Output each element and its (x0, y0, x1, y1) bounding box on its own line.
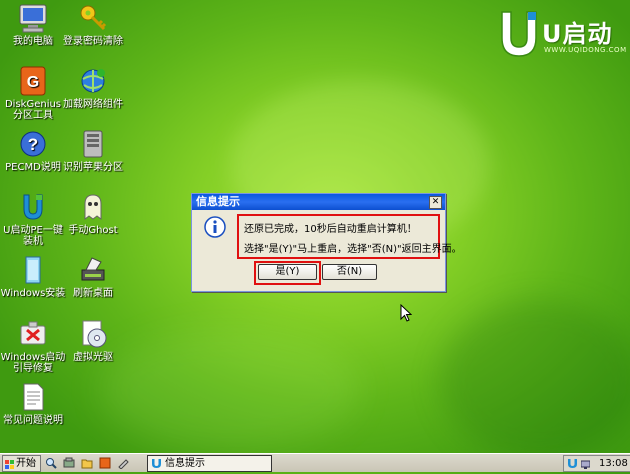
ghost-icon (77, 191, 109, 223)
windows-flag-icon (5, 459, 14, 469)
start-button[interactable]: 开始 (2, 455, 41, 472)
wallpaper-highlight-2 (100, 330, 360, 450)
desktop-icon-diskgenius[interactable]: G DiskGenius分区工具 (0, 65, 66, 121)
system-tray: 13:08 (563, 455, 630, 472)
u-start-icon (151, 458, 162, 469)
clock[interactable]: 13:08 (599, 456, 628, 471)
icon-label: 加载网络组件 (63, 99, 123, 110)
quicklaunch-tools-icon[interactable] (63, 457, 75, 469)
desktop-icon-manual-ghost[interactable]: 手动Ghost (60, 191, 126, 236)
quicklaunch-edit-icon[interactable] (117, 457, 129, 470)
start-label: 开始 (16, 458, 36, 469)
no-button[interactable]: 否(N) (322, 264, 377, 280)
my-computer-icon (17, 2, 49, 34)
icon-label: 虚拟光驱 (73, 352, 113, 363)
virtual-cd-icon (77, 318, 109, 350)
drive-icon (77, 128, 109, 160)
desktop-icon-pecmd-help[interactable]: ? PECMD说明 (0, 128, 66, 173)
quicklaunch-folder-icon[interactable] (81, 457, 93, 469)
dialog-title: 信息提示 (196, 195, 240, 208)
svg-text:?: ? (28, 135, 38, 154)
icon-label: Windows启动引导修复 (0, 352, 66, 374)
icon-label: 我的电脑 (13, 36, 53, 47)
message-line-1: 还原已完成，10秒后自动重启计算机！ (244, 224, 417, 235)
desktop-icon-faq[interactable]: 常见问题说明 (0, 381, 66, 426)
u-start-icon (17, 191, 49, 223)
info-icon (204, 216, 226, 238)
icon-label: 识别苹果分区 (63, 162, 123, 173)
refresh-desktop-icon (77, 254, 109, 286)
key-icon (77, 2, 109, 34)
message-highlight: 还原已完成，10秒后自动重启计算机！ 选择"是(Y)"马上重启，选择"否(N)"… (237, 214, 462, 259)
wallpaper-shade (440, 300, 630, 460)
desktop-icon-refresh-desktop[interactable]: 刷新桌面 (60, 254, 126, 299)
document-icon (17, 381, 49, 413)
icon-label: DiskGenius分区工具 (4, 99, 62, 121)
yes-button[interactable]: 是(Y) (258, 264, 317, 280)
network-icon (77, 65, 109, 97)
dialog-titlebar[interactable]: 信息提示 ✕ (192, 194, 445, 210)
desktop-icon-virtual-cd[interactable]: 虚拟光驱 (60, 318, 126, 363)
mouse-cursor-icon (400, 303, 413, 322)
icon-label: 刷新桌面 (73, 288, 113, 299)
desktop-icon-windows-setup[interactable]: Windows安装 (0, 254, 66, 299)
icon-label: U启动PE一键装机 (3, 225, 63, 247)
boot-repair-icon (17, 318, 49, 350)
desktop-icon-password-clear[interactable]: 登录密码清除 (60, 2, 126, 47)
quicklaunch-search-icon[interactable] (45, 457, 57, 469)
help-icon: ? (17, 128, 49, 160)
diskgenius-icon: G (17, 65, 49, 97)
brand-logo: U启动 WWW.UQIDONG.COM (498, 8, 626, 66)
icon-label: 手动Ghost (68, 225, 118, 236)
icon-label: 登录密码清除 (63, 36, 123, 47)
desktop-icon-u-install[interactable]: U启动PE一键装机 (0, 191, 66, 247)
quicklaunch-app-icon[interactable] (99, 457, 111, 469)
network-tray-icon[interactable] (580, 459, 591, 469)
windows-setup-icon (17, 254, 49, 286)
logo-text: U启动 (542, 20, 613, 48)
icon-label: PECMD说明 (5, 162, 61, 173)
u-start-tray-icon[interactable] (567, 458, 578, 469)
icon-label: Windows安装 (0, 288, 66, 299)
message-line-2: 选择"是(Y)"马上重启，选择"否(N)"返回主界面。 (244, 244, 462, 255)
svg-text:G: G (27, 74, 39, 91)
icon-label: 常见问题说明 (3, 415, 63, 426)
taskbar-item-info-dialog[interactable]: 信息提示 (147, 455, 272, 472)
taskbar: 开始 信息提示 13:08 (0, 453, 630, 472)
info-dialog: 信息提示 ✕ 还原已完成，10秒后自动重启计算机！ 选择"是(Y)"马上重启，选… (191, 193, 462, 292)
close-button[interactable]: ✕ (429, 196, 442, 209)
desktop-icon-my-computer[interactable]: 我的电脑 (0, 2, 66, 47)
taskbar-item-label: 信息提示 (165, 458, 205, 469)
yes-button-highlight: 是(Y) (254, 261, 321, 285)
desktop-icon-boot-repair[interactable]: Windows启动引导修复 (0, 318, 66, 374)
logo-url: WWW.UQIDONG.COM (544, 46, 627, 54)
desktop-icon-apple-partition[interactable]: 识别苹果分区 (60, 128, 126, 173)
desktop-icon-network[interactable]: 加载网络组件 (60, 65, 126, 110)
u-logo-icon (498, 8, 540, 60)
